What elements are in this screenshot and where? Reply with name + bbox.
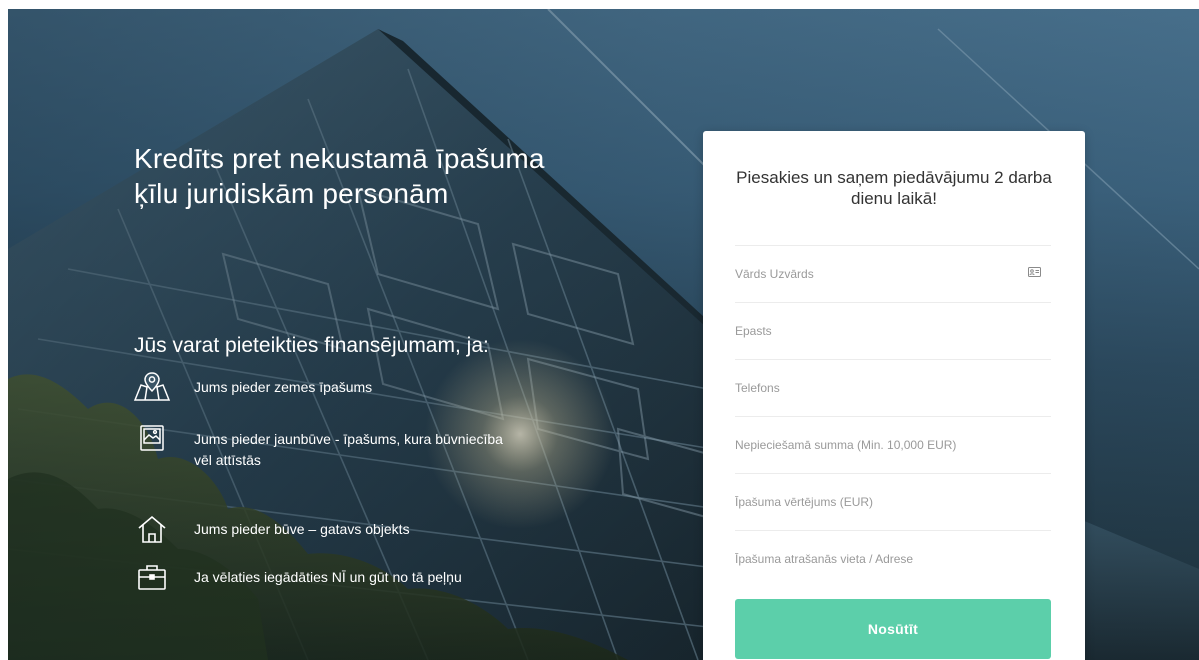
- hero-subtitle: Jūs varat pieteikties finansējumam, ja:: [134, 334, 489, 357]
- map-pin-icon: [132, 371, 172, 403]
- property-valuation-field: [735, 473, 1051, 530]
- feature-text: Jums pieder būve – gatavs objekts: [194, 521, 410, 537]
- phone-field: [735, 359, 1051, 416]
- application-form: Piesakies un saņem piedāvājumu 2 darba d…: [703, 131, 1085, 660]
- feature-item-purchase: Ja vēlaties iegādāties NĪ un gūt no tā p…: [132, 561, 592, 605]
- hero-title: Kredīts pret nekustamā īpašuma ķīlu juri…: [134, 143, 545, 209]
- feature-item-new-building: Jums pieder jaunbūve - īpašums, kura būv…: [132, 423, 592, 513]
- email-field: [735, 302, 1051, 359]
- feature-list: Jums pieder zemes īpašums Jums pieder ja…: [132, 371, 592, 605]
- briefcase-icon: [132, 561, 172, 593]
- phone-input[interactable]: [735, 360, 1051, 416]
- feature-text: Ja vēlaties iegādāties NĪ un gūt no tā p…: [194, 569, 462, 585]
- email-input[interactable]: [735, 303, 1051, 359]
- feature-item-land: Jums pieder zemes īpašums: [132, 371, 592, 415]
- full-name-field: [735, 245, 1051, 302]
- submit-button[interactable]: Nosūtīt: [735, 599, 1051, 659]
- feature-text: Jums pieder zemes īpašums: [194, 379, 373, 395]
- house-icon: [132, 513, 172, 545]
- full-name-input[interactable]: [735, 246, 1051, 302]
- property-valuation-input[interactable]: [735, 474, 1051, 530]
- feature-item-building: Jums pieder būve – gatavs objekts: [132, 513, 592, 557]
- required-amount-field: [735, 416, 1051, 473]
- property-address-input[interactable]: [735, 531, 1051, 587]
- form-title: Piesakies un saņem piedāvājumu 2 darba d…: [736, 168, 1052, 208]
- required-amount-input[interactable]: [735, 417, 1051, 473]
- property-address-field: [735, 530, 1051, 587]
- feature-text: Jums pieder jaunbūve - īpašums, kura būv…: [194, 431, 503, 468]
- hero-section: Kredīts pret nekustamā īpašuma ķīlu juri…: [8, 9, 1199, 660]
- image-icon: [132, 423, 172, 455]
- contact-card-icon: [1028, 267, 1041, 277]
